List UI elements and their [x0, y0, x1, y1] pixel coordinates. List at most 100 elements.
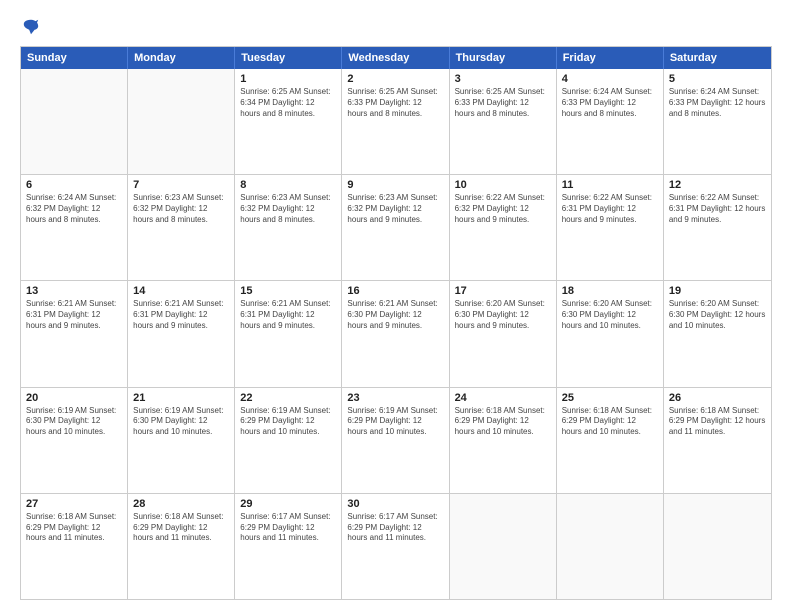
logo-bird-icon	[22, 18, 40, 36]
day-number: 18	[562, 285, 658, 297]
day-info: Sunrise: 6:23 AM Sunset: 6:32 PM Dayligh…	[347, 193, 443, 225]
header-day-sunday: Sunday	[21, 47, 128, 69]
day-number: 19	[669, 285, 766, 297]
day-info: Sunrise: 6:20 AM Sunset: 6:30 PM Dayligh…	[455, 299, 551, 331]
day-info: Sunrise: 6:19 AM Sunset: 6:29 PM Dayligh…	[240, 406, 336, 438]
calendar-cell	[128, 69, 235, 174]
day-number: 24	[455, 392, 551, 404]
day-number: 25	[562, 392, 658, 404]
day-info: Sunrise: 6:25 AM Sunset: 6:33 PM Dayligh…	[455, 87, 551, 119]
calendar-cell: 2 Sunrise: 6:25 AM Sunset: 6:33 PM Daylig…	[342, 69, 449, 174]
calendar-cell: 9 Sunrise: 6:23 AM Sunset: 6:32 PM Daylig…	[342, 175, 449, 280]
day-info: Sunrise: 6:19 AM Sunset: 6:30 PM Dayligh…	[26, 406, 122, 438]
day-number: 6	[26, 179, 122, 191]
day-number: 27	[26, 498, 122, 510]
calendar-body: 1 Sunrise: 6:25 AM Sunset: 6:34 PM Daylig…	[21, 69, 771, 599]
header-day-tuesday: Tuesday	[235, 47, 342, 69]
day-info: Sunrise: 6:22 AM Sunset: 6:32 PM Dayligh…	[455, 193, 551, 225]
day-info: Sunrise: 6:23 AM Sunset: 6:32 PM Dayligh…	[133, 193, 229, 225]
day-info: Sunrise: 6:17 AM Sunset: 6:29 PM Dayligh…	[347, 512, 443, 544]
day-info: Sunrise: 6:18 AM Sunset: 6:29 PM Dayligh…	[26, 512, 122, 544]
calendar-cell: 14 Sunrise: 6:21 AM Sunset: 6:31 PM Dayli…	[128, 281, 235, 386]
header-day-thursday: Thursday	[450, 47, 557, 69]
calendar-row-4: 20 Sunrise: 6:19 AM Sunset: 6:30 PM Dayli…	[21, 387, 771, 493]
calendar-cell	[21, 69, 128, 174]
day-number: 9	[347, 179, 443, 191]
calendar-cell: 23 Sunrise: 6:19 AM Sunset: 6:29 PM Dayli…	[342, 388, 449, 493]
day-info: Sunrise: 6:18 AM Sunset: 6:29 PM Dayligh…	[455, 406, 551, 438]
day-info: Sunrise: 6:18 AM Sunset: 6:29 PM Dayligh…	[669, 406, 766, 438]
calendar-cell: 24 Sunrise: 6:18 AM Sunset: 6:29 PM Dayli…	[450, 388, 557, 493]
calendar-cell: 10 Sunrise: 6:22 AM Sunset: 6:32 PM Dayli…	[450, 175, 557, 280]
day-number: 11	[562, 179, 658, 191]
day-number: 1	[240, 73, 336, 85]
day-number: 2	[347, 73, 443, 85]
calendar-cell: 11 Sunrise: 6:22 AM Sunset: 6:31 PM Dayli…	[557, 175, 664, 280]
day-number: 12	[669, 179, 766, 191]
day-number: 15	[240, 285, 336, 297]
calendar-cell: 4 Sunrise: 6:24 AM Sunset: 6:33 PM Daylig…	[557, 69, 664, 174]
day-number: 13	[26, 285, 122, 297]
day-info: Sunrise: 6:18 AM Sunset: 6:29 PM Dayligh…	[562, 406, 658, 438]
day-number: 23	[347, 392, 443, 404]
calendar-cell: 25 Sunrise: 6:18 AM Sunset: 6:29 PM Dayli…	[557, 388, 664, 493]
day-number: 16	[347, 285, 443, 297]
day-number: 10	[455, 179, 551, 191]
day-number: 7	[133, 179, 229, 191]
calendar-cell: 29 Sunrise: 6:17 AM Sunset: 6:29 PM Dayli…	[235, 494, 342, 599]
day-info: Sunrise: 6:17 AM Sunset: 6:29 PM Dayligh…	[240, 512, 336, 544]
calendar-row-2: 6 Sunrise: 6:24 AM Sunset: 6:32 PM Daylig…	[21, 174, 771, 280]
calendar-cell: 15Sunrise: 6:21 AM Sunset: 6:31 PM Dayli…	[235, 281, 342, 386]
calendar-cell: 22Sunrise: 6:19 AM Sunset: 6:29 PM Dayli…	[235, 388, 342, 493]
header-day-wednesday: Wednesday	[342, 47, 449, 69]
day-info: Sunrise: 6:20 AM Sunset: 6:30 PM Dayligh…	[562, 299, 658, 331]
day-number: 29	[240, 498, 336, 510]
calendar-cell: 12Sunrise: 6:22 AM Sunset: 6:31 PM Dayli…	[664, 175, 771, 280]
calendar-cell: 13 Sunrise: 6:21 AM Sunset: 6:31 PM Dayli…	[21, 281, 128, 386]
day-info: Sunrise: 6:25 AM Sunset: 6:34 PM Dayligh…	[240, 87, 336, 119]
day-number: 17	[455, 285, 551, 297]
calendar-cell: 20 Sunrise: 6:19 AM Sunset: 6:30 PM Dayli…	[21, 388, 128, 493]
calendar-cell: 19Sunrise: 6:20 AM Sunset: 6:30 PM Dayli…	[664, 281, 771, 386]
calendar-cell: 8Sunrise: 6:23 AM Sunset: 6:32 PM Daylig…	[235, 175, 342, 280]
day-number: 5	[669, 73, 766, 85]
calendar-cell: 18 Sunrise: 6:20 AM Sunset: 6:30 PM Dayli…	[557, 281, 664, 386]
day-info: Sunrise: 6:25 AM Sunset: 6:33 PM Dayligh…	[347, 87, 443, 119]
calendar-cell: 16 Sunrise: 6:21 AM Sunset: 6:30 PM Dayli…	[342, 281, 449, 386]
calendar-header: SundayMondayTuesdayWednesdayThursdayFrid…	[21, 47, 771, 69]
day-number: 8	[240, 179, 336, 191]
day-info: Sunrise: 6:24 AM Sunset: 6:33 PM Dayligh…	[562, 87, 658, 119]
calendar-cell: 3Sunrise: 6:25 AM Sunset: 6:33 PM Daylig…	[450, 69, 557, 174]
calendar-cell	[664, 494, 771, 599]
day-number: 26	[669, 392, 766, 404]
day-number: 30	[347, 498, 443, 510]
calendar-cell	[557, 494, 664, 599]
header	[20, 18, 772, 36]
day-number: 4	[562, 73, 658, 85]
day-info: Sunrise: 6:19 AM Sunset: 6:29 PM Dayligh…	[347, 406, 443, 438]
calendar-row-1: 1 Sunrise: 6:25 AM Sunset: 6:34 PM Daylig…	[21, 69, 771, 174]
calendar: SundayMondayTuesdayWednesdayThursdayFrid…	[20, 46, 772, 600]
day-info: Sunrise: 6:21 AM Sunset: 6:31 PM Dayligh…	[133, 299, 229, 331]
day-number: 14	[133, 285, 229, 297]
header-day-monday: Monday	[128, 47, 235, 69]
day-info: Sunrise: 6:24 AM Sunset: 6:33 PM Dayligh…	[669, 87, 766, 119]
calendar-cell: 5 Sunrise: 6:24 AM Sunset: 6:33 PM Daylig…	[664, 69, 771, 174]
day-info: Sunrise: 6:18 AM Sunset: 6:29 PM Dayligh…	[133, 512, 229, 544]
day-info: Sunrise: 6:21 AM Sunset: 6:31 PM Dayligh…	[26, 299, 122, 331]
calendar-cell	[450, 494, 557, 599]
day-info: Sunrise: 6:21 AM Sunset: 6:30 PM Dayligh…	[347, 299, 443, 331]
day-number: 20	[26, 392, 122, 404]
day-number: 28	[133, 498, 229, 510]
calendar-cell: 6 Sunrise: 6:24 AM Sunset: 6:32 PM Daylig…	[21, 175, 128, 280]
calendar-cell: 28 Sunrise: 6:18 AM Sunset: 6:29 PM Dayli…	[128, 494, 235, 599]
day-info: Sunrise: 6:22 AM Sunset: 6:31 PM Dayligh…	[562, 193, 658, 225]
calendar-cell: 26 Sunrise: 6:18 AM Sunset: 6:29 PM Dayli…	[664, 388, 771, 493]
header-day-friday: Friday	[557, 47, 664, 69]
calendar-row-3: 13 Sunrise: 6:21 AM Sunset: 6:31 PM Dayli…	[21, 280, 771, 386]
day-info: Sunrise: 6:24 AM Sunset: 6:32 PM Dayligh…	[26, 193, 122, 225]
calendar-cell: 21Sunrise: 6:19 AM Sunset: 6:30 PM Dayli…	[128, 388, 235, 493]
header-day-saturday: Saturday	[664, 47, 771, 69]
calendar-cell: 7 Sunrise: 6:23 AM Sunset: 6:32 PM Daylig…	[128, 175, 235, 280]
calendar-cell: 1 Sunrise: 6:25 AM Sunset: 6:34 PM Daylig…	[235, 69, 342, 174]
